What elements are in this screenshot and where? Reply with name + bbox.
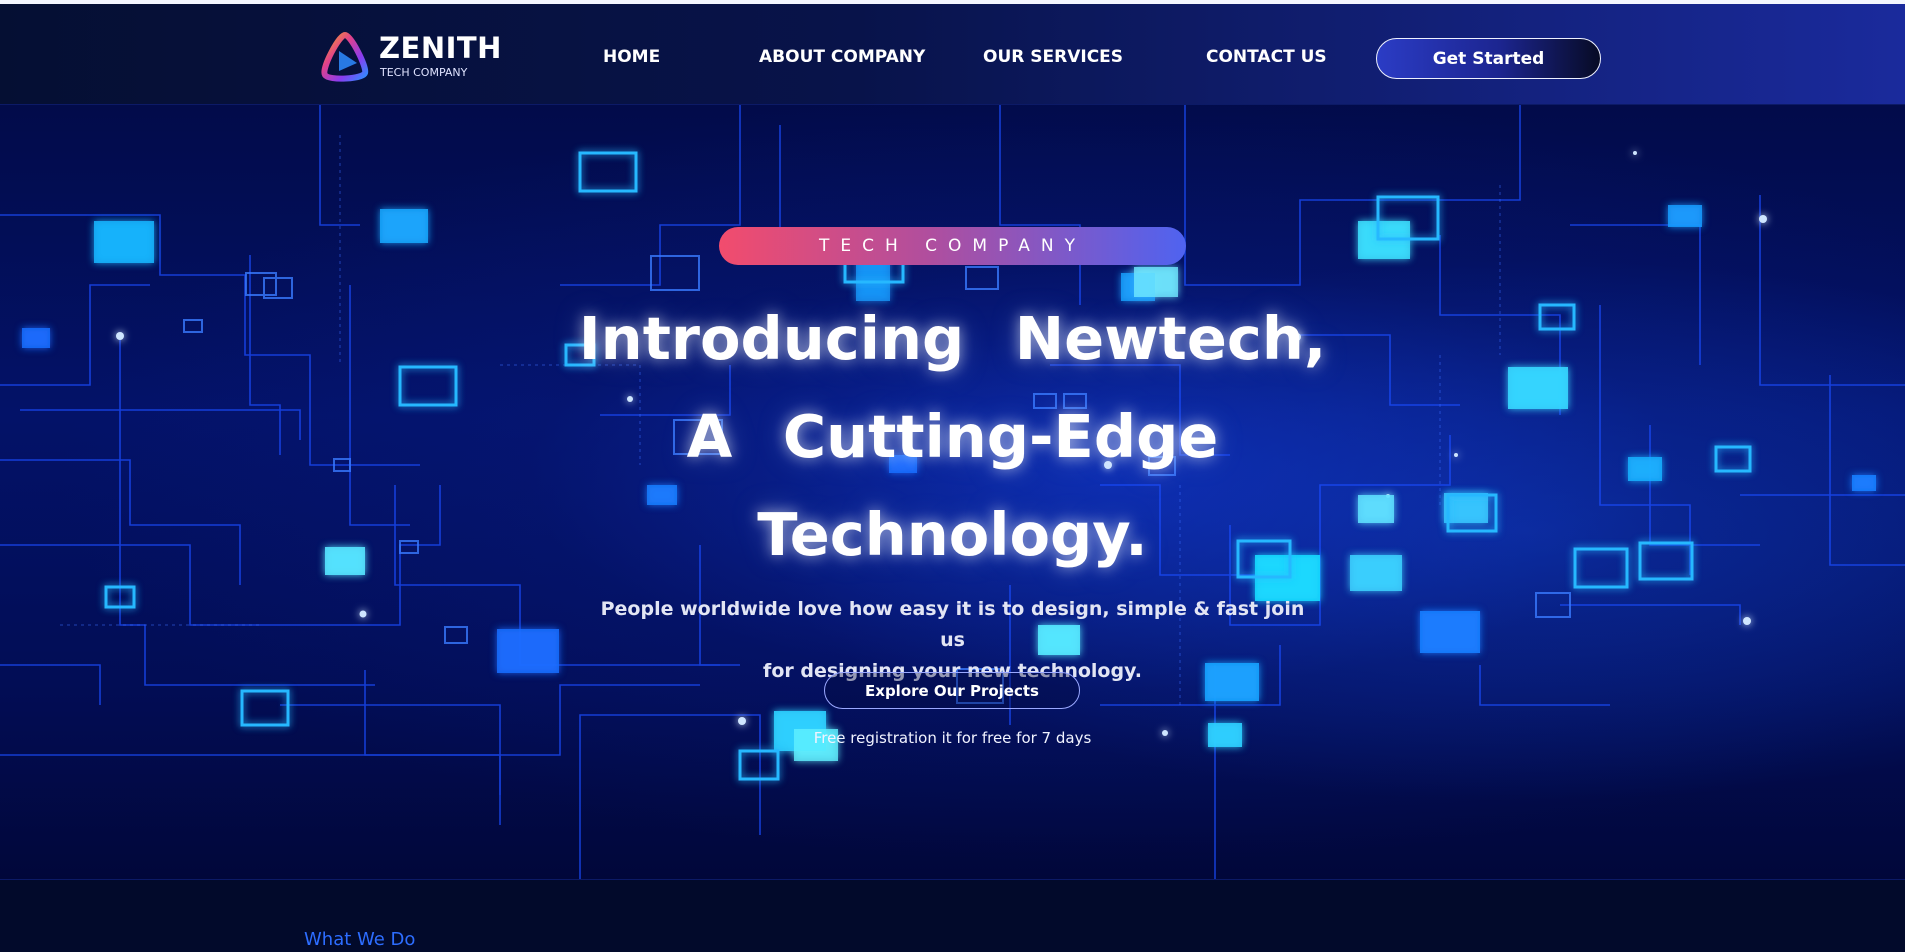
brand-logo[interactable]: ZENITH TECH COMPANY <box>319 31 502 83</box>
nav-our-services[interactable]: OUR SERVICES <box>983 47 1123 67</box>
hero-headline: Introducing Newtech, A Cutting-Edge Tech… <box>540 290 1365 584</box>
nav-contact-us[interactable]: CONTACT US <box>1206 47 1327 67</box>
site-header: ZENITH TECH COMPANY HOME ABOUT COMPANY O… <box>0 4 1905 104</box>
get-started-button[interactable]: Get Started <box>1376 38 1601 79</box>
logo-triangle-icon <box>321 32 369 82</box>
nav-about-company[interactable]: ABOUT COMPANY <box>759 47 925 67</box>
headline-line-2: A Cutting-Edge <box>686 402 1219 471</box>
explore-projects-button[interactable]: Explore Our Projects <box>824 672 1080 709</box>
tech-company-badge: TECH COMPANY <box>719 227 1186 265</box>
brand-name: ZENITH <box>379 31 502 65</box>
free-registration-note: Free registration it for free for 7 days <box>813 729 1092 747</box>
hero-section: TECH COMPANY Introducing Newtech, A Cutt… <box>0 104 1905 880</box>
subtitle-line-1: People worldwide love how easy it is to … <box>600 598 1305 651</box>
headline-line-3: Technology. <box>757 500 1148 569</box>
brand-tagline: TECH COMPANY <box>380 66 468 79</box>
nav-home[interactable]: HOME <box>603 47 660 67</box>
headline-line-1: Introducing Newtech, <box>578 304 1327 373</box>
what-we-do-label: What We Do <box>304 929 416 950</box>
